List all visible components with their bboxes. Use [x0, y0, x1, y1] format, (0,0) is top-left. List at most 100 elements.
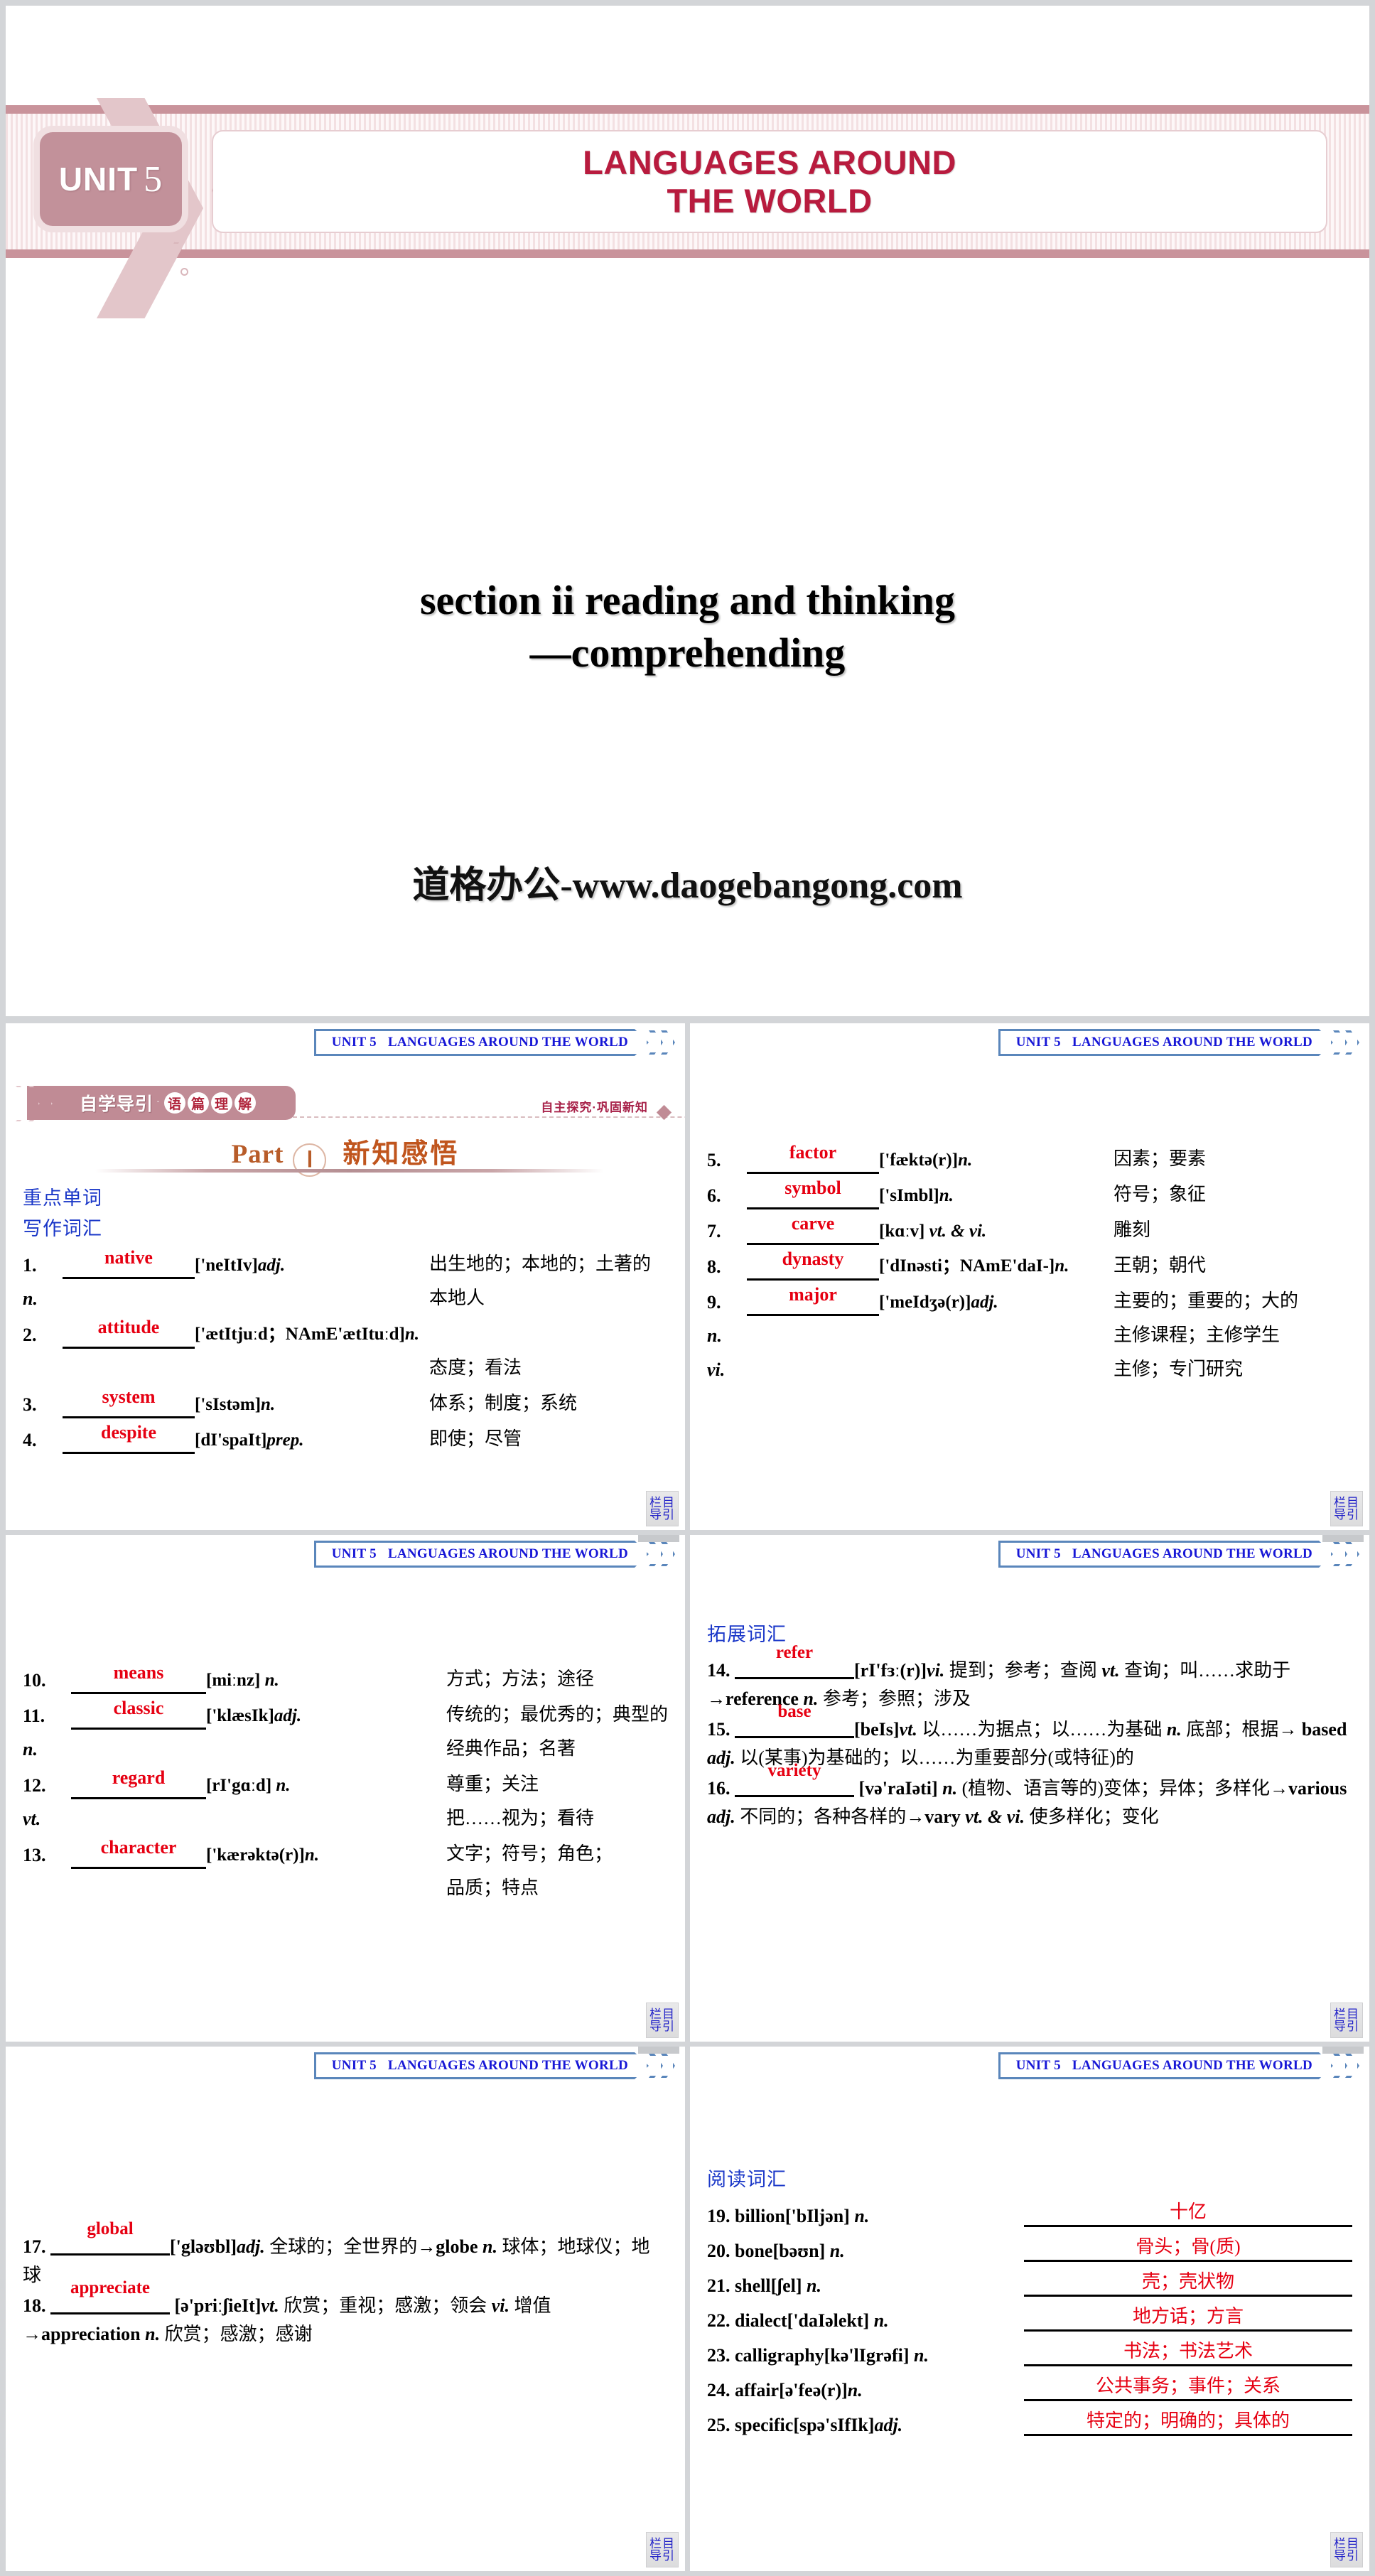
panel-header-text: UNIT 5 LANGUAGES AROUND THE WORLD [332, 1546, 628, 1562]
answer-blank[interactable]: 公共事务；事件；关系 [1024, 2373, 1352, 2401]
answer-blank[interactable]: character [71, 1837, 206, 1869]
cover-slide: UNIT 5 LANGUAGES AROUND THE WORLD sectio… [6, 6, 1369, 1016]
panel-header-chevrons-icon [1333, 1542, 1359, 1566]
unit-number: 5 [144, 158, 163, 200]
panel-header: UNIT 5 LANGUAGES AROUND THE WORLD [314, 1541, 675, 1568]
entry-meaning: 欣赏；感激；感谢 [160, 2323, 313, 2344]
column-guide-badge[interactable]: 栏目 导引 [646, 2532, 679, 2567]
entry-meaning: 出生地的；本地的；土著的 [429, 1254, 652, 1274]
cover-subtitle-line-2: —comprehending [529, 630, 846, 677]
answer-blank[interactable]: refer [735, 1643, 854, 1679]
entry-meaning: 即使；尽管 [429, 1428, 522, 1449]
answer-word: despite [101, 1422, 156, 1443]
vocab-entry: 16. variety [və'raIəti] n. (植物、语言等的)变体；异… [707, 1761, 1352, 1831]
column-guide-badge[interactable]: 栏目 导引 [646, 2003, 679, 2038]
part-of-speech: adj. [707, 1747, 735, 1768]
answer-blank[interactable]: despite [63, 1422, 195, 1454]
answer-blank[interactable]: native [63, 1247, 195, 1279]
column-guide-badge[interactable]: 栏目 导引 [1330, 2532, 1363, 2567]
section-label-reading-vocab: 阅读词汇 [707, 2169, 787, 2190]
answer-blank[interactable]: dynasty [747, 1249, 879, 1281]
answer-blank[interactable]: carve [747, 1213, 879, 1245]
phonetic-text: [dI'spaIt] [195, 1430, 267, 1450]
entry-meaning: 态度；看法 [429, 1357, 522, 1378]
ribbon-char: 解 [234, 1092, 256, 1114]
vocab-table: 10. means [miːnz] n. 方式；方法；途径 11. classi… [23, 1662, 668, 1903]
phonetic-text: [ə'feə(r)] [779, 2380, 848, 2400]
phonetic-text: ['kærəktə(r)] [206, 1845, 305, 1865]
answer-blank[interactable]: classic [71, 1698, 206, 1730]
panel-header-title: LANGUAGES AROUND THE WORLD [1072, 1546, 1312, 1561]
entry-meaning: 尊重；关注 [446, 1774, 539, 1794]
entry-phonetic: ['ætItjuːd；NAmE'ætItuːd]n. [195, 1320, 668, 1349]
panel-header-unit: UNIT 5 [1015, 1546, 1061, 1561]
answer-blank[interactable]: base [735, 1702, 854, 1739]
answer-blank[interactable]: factor [747, 1142, 879, 1174]
reading-vocab-row: 22. dialect['daIəlekt] n. 地方话；方言 [707, 2303, 1352, 2332]
slide-4-body: 拓展词汇 14. refer [rI'fɜː(r)]vi. 提到；参考；查阅 vt… [707, 1619, 1352, 1833]
answer-blank[interactable]: regard [71, 1767, 206, 1799]
cover-title-card: LANGUAGES AROUND THE WORLD [212, 130, 1327, 233]
badge-line-2: 导引 [1334, 2020, 1359, 2033]
panel-header: UNIT 5 LANGUAGES AROUND THE WORLD [998, 1029, 1359, 1056]
answer-blank[interactable]: appreciate [50, 2278, 170, 2315]
answer-blank[interactable]: 书法；书法艺术 [1024, 2338, 1352, 2366]
answer-blank[interactable]: 壳；壳状物 [1024, 2268, 1352, 2297]
column-guide-badge[interactable]: 栏目 导引 [1330, 1491, 1363, 1526]
answer-blank[interactable]: symbol [747, 1177, 879, 1209]
badge-line-1: 栏目 [649, 1496, 675, 1509]
vocab-word: calligraphy [735, 2345, 824, 2366]
answer-blank[interactable]: attitude [63, 1317, 195, 1349]
entry-meaning: 以……为据点；以……为基础 [917, 1719, 1167, 1740]
answer-word: variety [767, 1761, 821, 1781]
entry-phonetic: ['meIdʒə(r)]adj. [879, 1293, 1114, 1316]
derived-word: appreciation [41, 2323, 141, 2344]
slide-1-body: 重点单词 写作词汇 1. native ['neItIv]adj. 出生地的；本… [23, 1182, 668, 1454]
watermark-text: 道格办公-www.daogebangong.com [412, 866, 963, 906]
answer-blank[interactable]: system [63, 1386, 195, 1418]
answer-blank[interactable]: major [747, 1284, 879, 1316]
badge-line-1: 栏目 [1334, 2008, 1359, 2021]
answer-blank[interactable]: variety [735, 1761, 854, 1798]
vocab-word: dialect [735, 2310, 787, 2331]
panel-header-box: UNIT 5 LANGUAGES AROUND THE WORLD [314, 2052, 649, 2079]
answer-blank[interactable]: 特定的；明确的；具体的 [1024, 2408, 1352, 2436]
answer-word: refer [775, 1643, 814, 1662]
chevron-dot-icon [180, 268, 188, 276]
column-guide-badge[interactable]: 栏目 导引 [1330, 2003, 1363, 2038]
phonetic-text: [ʃel] [770, 2275, 802, 2296]
entry-number: 1. [23, 1255, 37, 1276]
unit-label: UNIT [58, 161, 139, 198]
slide-2-body: 5. factor ['fæktə(r)]n. 因素；要素 6. symbol … [707, 1142, 1352, 1384]
panel-header-text: UNIT 5 LANGUAGES AROUND THE WORLD [332, 2058, 628, 2074]
panel-header-chevrons-icon [1333, 2054, 1359, 2078]
entry-phonetic: ['kærəktə(r)]n. [206, 1845, 446, 1869]
part-of-speech: n. [1055, 1256, 1069, 1276]
answer-blank[interactable]: 地方话；方言 [1024, 2303, 1352, 2332]
slide-6: UNIT 5 LANGUAGES AROUND THE WORLD 阅读词汇 19… [690, 2047, 1369, 2571]
entry-meaning: (植物、语言等的)变体；异体；多样化→ [957, 1778, 1288, 1799]
phonetic-text: ['dInəsti；NAmE'daI-] [879, 1256, 1055, 1276]
part-of-speech: adj. [274, 1706, 302, 1725]
badge-line-1: 栏目 [649, 2008, 675, 2021]
derived-word: globe [436, 2236, 478, 2257]
answer-word: dynasty [782, 1249, 844, 1269]
part-of-speech: vt. & vi. [960, 1806, 1025, 1827]
part-of-speech: n. [404, 1325, 420, 1344]
answer-blank[interactable]: means [71, 1662, 206, 1694]
answer-blank[interactable]: global [50, 2219, 170, 2256]
answer-blank[interactable]: 骨头；骨(质) [1024, 2233, 1352, 2262]
entry-meaning: 品质；特点 [446, 1877, 539, 1898]
part-of-speech: n. [1166, 1719, 1182, 1740]
reading-vocab-row: 21. shell[ʃel] n. 壳；壳状物 [707, 2268, 1352, 2297]
continuation-pos: vi. [707, 1359, 726, 1380]
entry-meaning: 主修；专门研究 [1114, 1359, 1244, 1379]
derived-word: various [1288, 1778, 1347, 1799]
entry-number: 16. [707, 1778, 730, 1799]
entry-meaning: 主要的；重要的；大的 [1114, 1290, 1299, 1311]
entry-meaning: 雕刻 [1114, 1219, 1151, 1240]
column-guide-badge[interactable]: 栏目 导引 [646, 1491, 679, 1526]
answer-blank[interactable]: 十亿 [1024, 2199, 1352, 2227]
phonetic-text: ['daIəlekt] [787, 2310, 870, 2331]
phonetic-text: [miːnz] [206, 1671, 261, 1690]
